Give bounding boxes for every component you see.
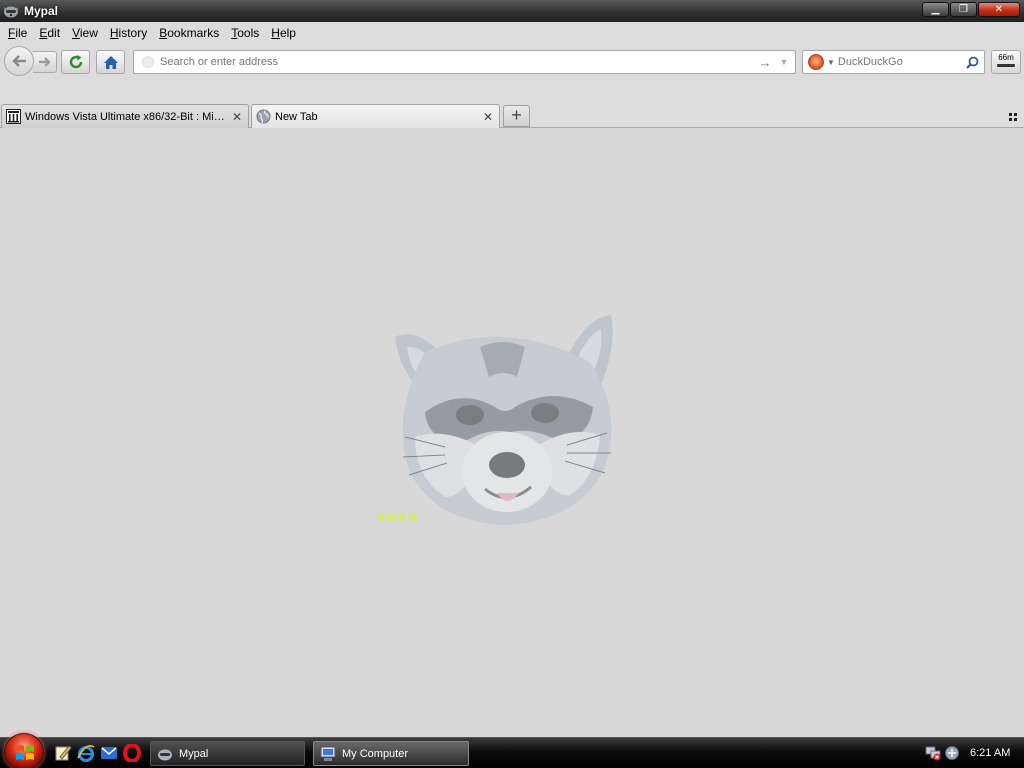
- home-icon: [103, 55, 118, 69]
- close-button[interactable]: ✕: [978, 2, 1020, 17]
- taskbar-my-computer-button[interactable]: My Computer: [313, 741, 469, 766]
- minimize-button[interactable]: ▁: [922, 2, 949, 17]
- search-bar[interactable]: ▼: [802, 50, 985, 74]
- go-arrow-icon[interactable]: →: [757, 55, 773, 70]
- menu-edit[interactable]: Edit: [33, 26, 66, 40]
- notepad-quicklaunch-icon[interactable]: [54, 744, 72, 762]
- windows-logo-icon: [16, 745, 34, 760]
- menu-help[interactable]: Help: [265, 26, 302, 40]
- taskbar-button-label: My Computer: [342, 747, 409, 760]
- tab-close-icon[interactable]: ✕: [230, 110, 244, 124]
- tab-new-tab[interactable]: New Tab ✕: [251, 104, 500, 128]
- tab-close-icon[interactable]: ✕: [481, 110, 495, 124]
- menu-file[interactable]: File: [2, 26, 33, 40]
- menu-tools[interactable]: Tools: [225, 26, 265, 40]
- mypal-icon: [158, 749, 172, 760]
- back-arrow-icon: [12, 55, 26, 67]
- opera-browser-icon[interactable]: [123, 744, 141, 762]
- windows-taskbar: Mypal My Computer 6:21 AM: [0, 733, 1024, 768]
- window-title: Mypal: [24, 4, 59, 18]
- all-tabs-grid-icon[interactable]: [1006, 110, 1020, 124]
- globe-icon: [256, 109, 271, 124]
- maximize-button[interactable]: ❐: [950, 2, 977, 17]
- raccoon-mascot-image: [395, 315, 613, 525]
- forward-arrow-icon: [38, 57, 51, 67]
- mypal-app-icon[interactable]: [3, 4, 19, 18]
- archive-icon: [6, 109, 21, 124]
- volume-tray-icon[interactable]: [944, 745, 960, 761]
- window-controls: ▁ ❐ ✕: [922, 2, 1020, 17]
- site-identity-icon[interactable]: [142, 56, 154, 68]
- taskbar-button-label: Mypal: [179, 747, 209, 760]
- navigation-toolbar: → ▼ ▼ 66m: [0, 44, 1024, 80]
- taskbar-mypal-button[interactable]: Mypal: [150, 741, 305, 766]
- menu-history[interactable]: History: [104, 26, 153, 40]
- search-magnifier-icon[interactable]: [963, 56, 981, 69]
- computer-icon: [320, 746, 336, 761]
- menu-bookmarks[interactable]: Bookmarks: [153, 26, 225, 40]
- speed-bar-icon: [997, 64, 1015, 67]
- speed-dial-button[interactable]: 66m: [991, 50, 1021, 74]
- menu-view[interactable]: View: [66, 26, 104, 40]
- taskbar-clock[interactable]: 6:21 AM: [970, 747, 1010, 759]
- history-dropdown-icon[interactable]: ▼: [777, 57, 791, 67]
- tab-label: New Tab: [275, 110, 318, 123]
- new-tab-button[interactable]: +: [503, 105, 530, 127]
- internet-explorer-icon[interactable]: [77, 744, 95, 762]
- network-tray-icon[interactable]: [925, 745, 941, 761]
- reload-icon: [69, 55, 82, 69]
- outlook-express-icon[interactable]: [100, 744, 118, 762]
- forward-button[interactable]: [33, 51, 57, 73]
- new-tab-page: ■■■■: [0, 129, 1024, 737]
- address-input[interactable]: [160, 52, 757, 72]
- engine-dropdown-icon[interactable]: ▼: [827, 58, 835, 67]
- tab-strip: Windows Vista Ultimate x86/32-Bit : Micr…: [0, 80, 1024, 128]
- window-title-bar[interactable]: Mypal ▁ ❐ ✕: [0, 0, 1024, 22]
- tab-label: Windows Vista Ultimate x86/32-Bit : Micr…: [25, 110, 230, 123]
- home-button[interactable]: [96, 50, 125, 74]
- mascot-caption: ■■■■: [376, 509, 419, 526]
- address-bar[interactable]: → ▼: [133, 50, 796, 74]
- back-button[interactable]: [4, 46, 34, 76]
- speed-badge-label: 66m: [998, 53, 1014, 62]
- start-button[interactable]: [4, 733, 44, 768]
- search-input[interactable]: [837, 52, 963, 72]
- menu-bar: File Edit View History Bookmarks Tools H…: [0, 22, 1024, 44]
- tab-windows-vista[interactable]: Windows Vista Ultimate x86/32-Bit : Micr…: [1, 104, 249, 128]
- reload-button[interactable]: [61, 50, 90, 74]
- duckduckgo-engine-icon[interactable]: [808, 54, 824, 70]
